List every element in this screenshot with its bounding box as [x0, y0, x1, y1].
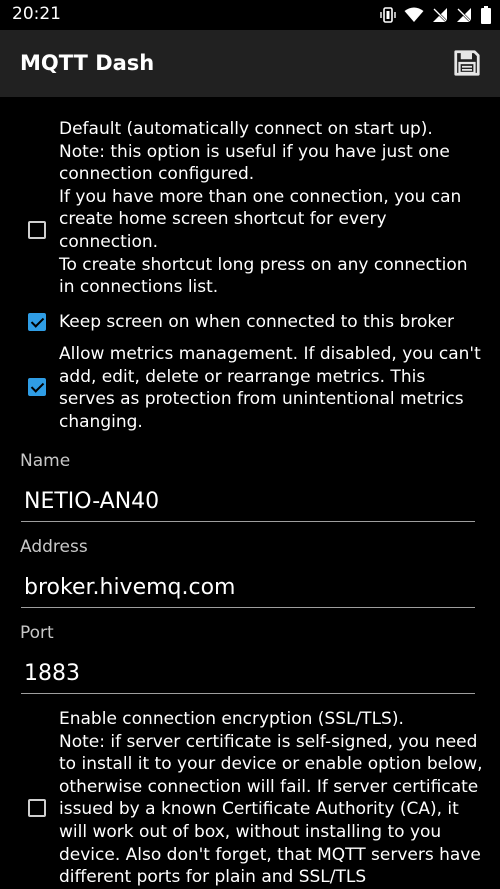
- metrics-option-row[interactable]: Allow metrics management. If disabled, y…: [0, 343, 500, 435]
- no-signal-icon: [433, 8, 448, 23]
- save-icon[interactable]: [452, 48, 482, 78]
- port-label: Port: [20, 623, 54, 643]
- default-option-text: Default (automatically connect on start …: [59, 119, 468, 298]
- no-signal-icon: [457, 8, 472, 23]
- default-option-row[interactable]: Default (automatically connect on start …: [0, 118, 500, 300]
- address-label: Address: [20, 537, 88, 557]
- default-checkbox[interactable]: [28, 221, 46, 239]
- status-time: 20:21: [12, 4, 61, 24]
- keep-screen-option-text: Keep screen on when connected to this br…: [59, 312, 455, 332]
- wifi-icon: [404, 7, 424, 22]
- metrics-checkbox[interactable]: [28, 378, 46, 396]
- status-icons: [380, 6, 492, 24]
- status-bar: 20:21: [0, 0, 500, 30]
- address-underline: [21, 607, 475, 608]
- metrics-option-text: Allow metrics management. If disabled, y…: [59, 344, 481, 432]
- address-input[interactable]: broker.hivemq.com: [24, 575, 235, 600]
- app-title: MQTT Dash: [20, 51, 155, 75]
- port-underline: [21, 693, 475, 694]
- keep-screen-checkbox[interactable]: [28, 313, 46, 331]
- ssl-option-text: Enable connection encryption (SSL/TLS). …: [59, 709, 483, 888]
- keep-screen-option-row[interactable]: Keep screen on when connected to this br…: [0, 310, 500, 336]
- name-label: Name: [20, 451, 71, 471]
- port-input[interactable]: 1883: [24, 661, 80, 686]
- ssl-checkbox[interactable]: [28, 799, 46, 817]
- app-bar: MQTT Dash: [0, 30, 500, 97]
- vibrate-icon: [380, 7, 396, 23]
- battery-icon: [481, 6, 491, 24]
- name-input[interactable]: NETIO-AN40: [24, 489, 159, 514]
- ssl-option-row[interactable]: Enable connection encryption (SSL/TLS). …: [0, 707, 500, 889]
- connection-settings-form: Default (automatically connect on start …: [0, 97, 500, 889]
- name-underline: [21, 521, 475, 522]
